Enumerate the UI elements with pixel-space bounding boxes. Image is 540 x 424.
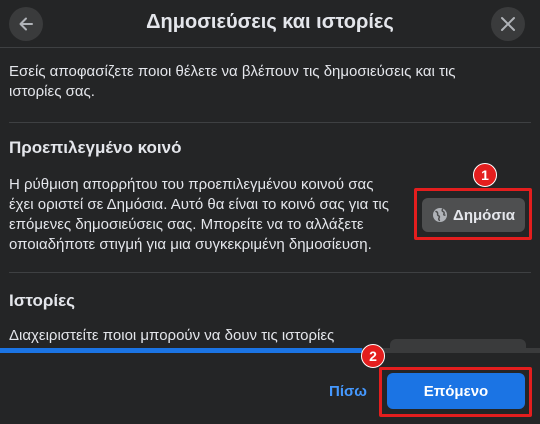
stories-description: Διαχειριστείτε ποιοι μπορούν να δουν τις… (9, 327, 335, 344)
annotation-badge-2: 2 (361, 344, 385, 368)
back-link[interactable]: Πίσω (329, 383, 367, 400)
annotation-box-2 (379, 367, 532, 417)
dialog-header: Δημοσιεύσεις και ιστορίες (0, 0, 540, 48)
divider (9, 272, 531, 273)
default-audience-description: Η ρύθμιση απορρήτου του προεπιλεγμένου κ… (9, 176, 389, 253)
divider (9, 122, 531, 123)
dialog-title: Δημοσιεύσεις και ιστορίες (146, 11, 394, 33)
intro-text: Εσείς αποφασίζετε ποιοι θέλετε να βλέπου… (9, 63, 456, 100)
close-icon (501, 17, 515, 31)
annotation-box-1 (414, 188, 532, 240)
default-audience-heading: Προεπιλεγμένο κοινό (9, 138, 182, 157)
stories-heading: Ιστορίες (9, 291, 75, 310)
close-button[interactable] (491, 7, 525, 41)
annotation-badge-1: 1 (473, 163, 497, 187)
